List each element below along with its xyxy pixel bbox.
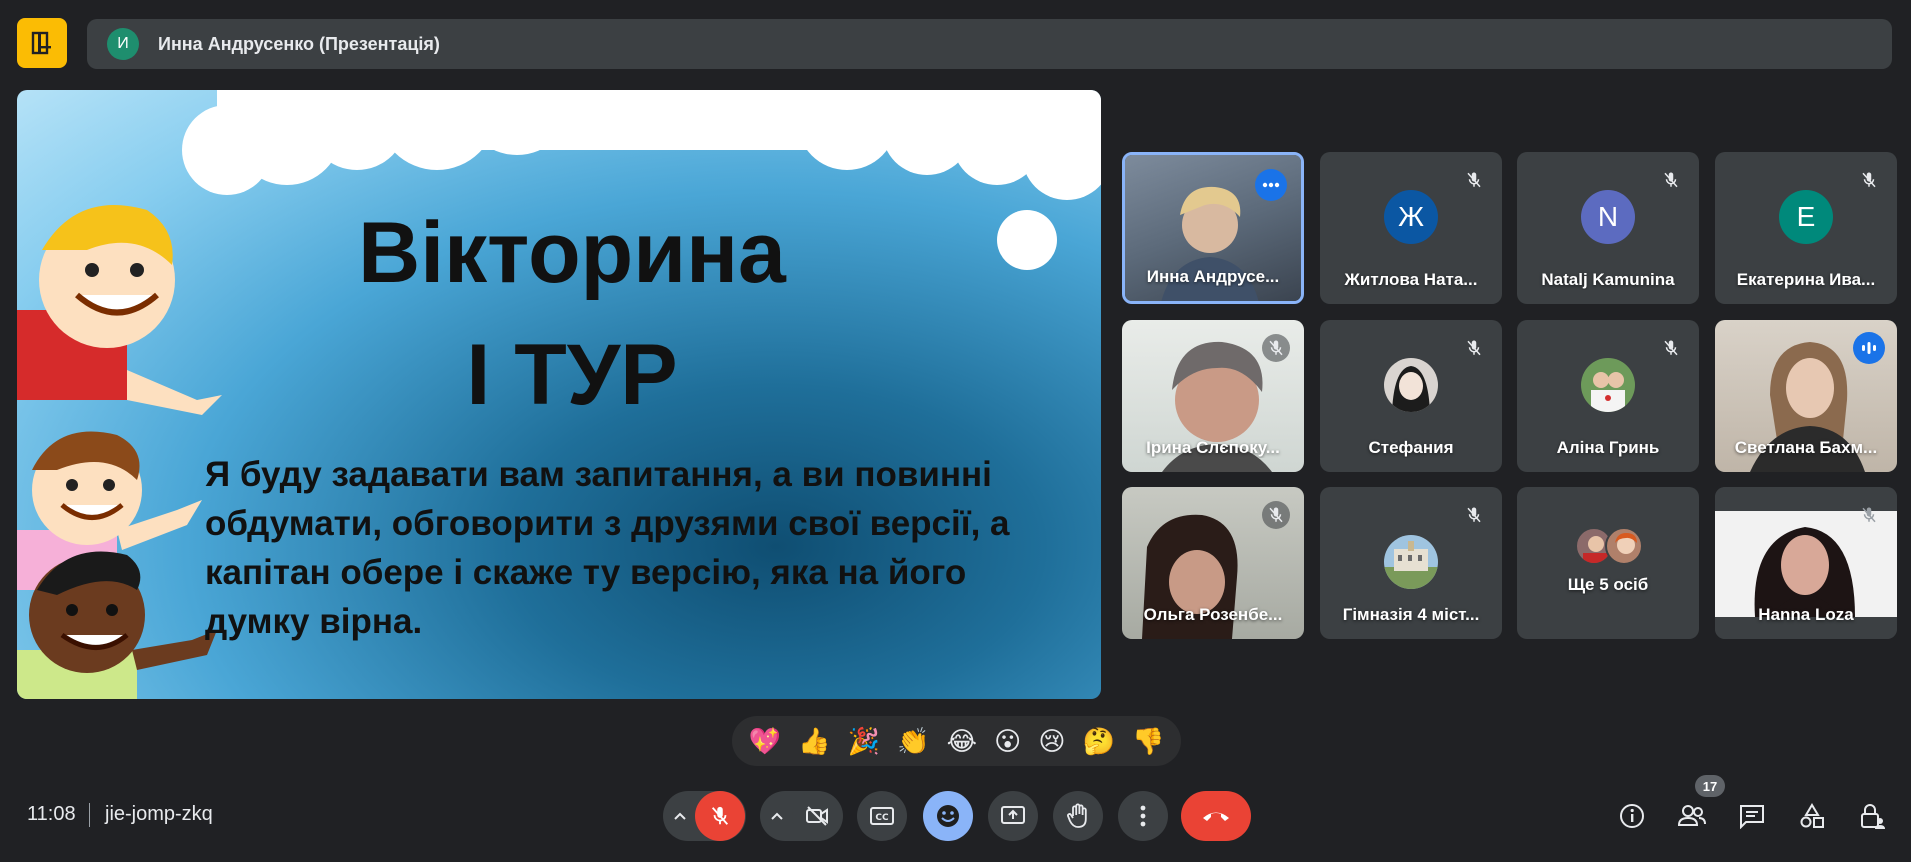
participant-tile[interactable]: Инна Андрусе... [1122,152,1304,304]
hand-icon [1067,803,1087,828]
chat-icon [1740,805,1764,829]
mic-off-icon [1262,334,1290,362]
participant-name: Гімназія 4 міст... [1342,605,1480,624]
presenting-bar: И Инна Андрусенко (Презентація) [87,19,1892,69]
emoji-icon [937,805,959,827]
participant-name: Natalj Kamunina [1541,270,1675,289]
mic-off-icon [1460,166,1488,194]
leave-call-button[interactable] [1181,791,1251,841]
camera-control-group [760,791,843,841]
participant-tile[interactable]: Аліна Гринь [1517,320,1699,472]
participant-name: Светлана Бахм... [1734,438,1878,457]
more-options-icon[interactable] [1255,169,1287,201]
participant-avatar: Е [1779,190,1833,244]
meeting-clock: 11:08 [27,803,76,825]
people-icon [1677,805,1706,826]
reaction-sparkling-heart[interactable]: 💖 [749,728,781,754]
participant-tile[interactable]: Гімназія 4 міст... [1320,487,1502,639]
participant-name: Инна Андрусе... [1146,267,1280,286]
footer-divider [89,803,90,827]
activities-shapes-icon [1800,803,1824,828]
slide-subtitle: І ТУР [466,327,678,423]
meet-logo-icon [31,31,51,55]
reaction-thumbs-down[interactable]: 👎 [1132,728,1164,754]
present-screen-icon [1001,806,1025,824]
participant-avatar: N [1581,190,1635,244]
present-screen-button[interactable] [988,791,1038,841]
participant-photo-avatar [1605,527,1643,565]
participant-tile[interactable]: Ще 5 осіб [1517,487,1699,639]
participant-name: Стефания [1368,438,1454,457]
mic-off-icon [711,806,728,825]
slide-title: Вікторина [358,205,786,301]
raise-hand-button[interactable] [1053,791,1103,841]
participant-tile[interactable]: N Natalj Kamunina [1517,152,1699,304]
reaction-clapping[interactable]: 👏 [897,728,929,754]
participant-name: Ольга Розенбе... [1143,605,1283,624]
participant-name: Аліна Гринь [1556,438,1660,457]
reaction-laughing[interactable]: 😂 [947,728,977,754]
presenter-label: Инна Андрусенко (Презентація) [158,33,440,54]
participant-tile[interactable]: Светлана Бахм... [1715,320,1897,472]
activities-button[interactable] [1794,798,1830,834]
participant-photo-avatar [1384,535,1438,589]
more-vert-icon [1140,805,1146,827]
group-avatars [1575,527,1645,567]
mic-off-icon [1460,501,1488,529]
mic-off-icon [1262,501,1290,529]
meeting-code[interactable]: jie-jomp-zkq [105,803,213,826]
people-count-badge: 17 [1695,775,1725,797]
call-end-icon [1203,812,1229,821]
microphone-control-group [663,791,746,841]
slide-body-text: Я буду задавати вам запитання, а ви пови… [205,455,1010,641]
participant-tile[interactable]: Ж Житлова Ната... [1320,152,1502,304]
participant-avatar: Ж [1384,190,1438,244]
camera-toggle-button[interactable] [791,791,842,841]
svg-text:CC: CC [875,813,889,823]
participant-tile[interactable]: Hanna Loza [1715,487,1897,639]
lock-person-icon [1861,804,1885,829]
microphone-toggle-button[interactable] [694,791,745,841]
mic-off-icon [1460,334,1488,362]
participant-tile[interactable]: Е Екатерина Ива... [1715,152,1897,304]
reaction-surprised[interactable]: 😮 [994,728,1021,754]
reaction-thinking[interactable]: 🤔 [1083,728,1115,754]
reaction-crying[interactable]: 😢 [1038,728,1065,754]
reactions-bar: 💖 👍 🎉 👏 😂 😮 😢 🤔 👎 [732,716,1181,766]
speaking-indicator-icon [1853,332,1885,364]
presentation-slide: Вікторина І ТУР Я буду задавати вам запи… [17,90,1101,699]
mic-off-icon [1855,501,1883,529]
participant-name: Ірина Слєпоку... [1146,438,1280,457]
participant-photo-avatar [1384,358,1438,412]
participant-name: Житлова Ната... [1344,270,1478,289]
host-controls-button[interactable] [1854,798,1890,834]
chat-button[interactable] [1734,798,1770,834]
people-button[interactable] [1674,798,1710,834]
reaction-thumbs-up[interactable]: 👍 [798,728,830,754]
more-options-button[interactable] [1118,791,1168,841]
participant-tile[interactable]: Ольга Розенбе... [1122,487,1304,639]
reaction-party-popper[interactable]: 🎉 [848,728,880,754]
info-icon [1620,804,1644,828]
participant-name: Hanna Loza [1758,605,1854,624]
mic-off-icon [1657,334,1685,362]
mic-off-icon [1855,166,1883,194]
cartoon-kids-illustration [17,205,222,699]
participant-name: Екатерина Ива... [1736,270,1876,289]
closed-captions-icon: CC [870,807,894,825]
participant-tile[interactable]: Ірина Слєпоку... [1122,320,1304,472]
presenter-avatar: И [107,28,139,60]
meeting-details-button[interactable] [1614,798,1650,834]
participant-tile[interactable]: Стефания [1320,320,1502,472]
participant-photo-avatar [1581,358,1635,412]
audio-settings-chevron-icon[interactable] [665,791,695,841]
video-settings-chevron-icon[interactable] [762,791,792,841]
mic-off-icon [1657,166,1685,194]
meet-logo[interactable] [17,18,67,68]
captions-button[interactable]: CC [857,791,907,841]
more-participants-label: Ще 5 осіб [1567,575,1649,594]
reactions-button[interactable] [923,791,973,841]
camera-off-icon [805,806,828,826]
